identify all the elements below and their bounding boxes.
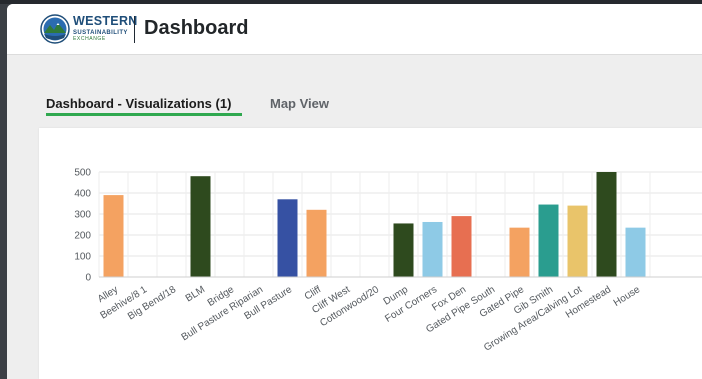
- brand-line-1: WESTERN: [73, 14, 138, 28]
- bar: [103, 195, 124, 277]
- bar-chart: 0100200300400500AlleyBeehive/8 1Big Bend…: [74, 168, 702, 354]
- x-tick-label: House: [612, 284, 643, 309]
- bar: [306, 209, 327, 277]
- y-tick-label: 500: [74, 168, 91, 179]
- globe-mountain-logo-icon[interactable]: [40, 14, 70, 44]
- brand-line-3: EXCHANGE: [73, 35, 106, 42]
- y-tick-label: 100: [74, 252, 91, 263]
- tab-map-view[interactable]: Map View: [270, 96, 329, 111]
- y-tick-label: 0: [85, 273, 91, 284]
- header-divider: [134, 16, 135, 43]
- bar: [538, 204, 559, 277]
- bar: [393, 223, 414, 277]
- tab-dashboard-visualizations[interactable]: Dashboard - Visualizations (1): [46, 96, 231, 111]
- brand-wordmark[interactable]: WESTERN SUSTAINABILITY EXCHANGE: [73, 15, 138, 42]
- y-tick-label: 400: [74, 189, 91, 200]
- bar: [509, 227, 530, 277]
- bar: [422, 221, 443, 277]
- bar: [567, 205, 588, 277]
- tab-bar: Dashboard - Visualizations (1) Map View: [7, 92, 702, 118]
- visualization-card: 0 100 200 300 400 500 Alley Beehive/8 1 Big Bend…: [39, 128, 702, 379]
- bar: [625, 227, 646, 277]
- bar: [596, 172, 617, 277]
- bar: [277, 199, 298, 277]
- x-tick-label: BLM: [184, 284, 207, 304]
- brand-line-2: SUSTAINABILITY: [73, 29, 128, 36]
- bar: [190, 176, 211, 277]
- bar: [451, 216, 472, 277]
- top-header: WESTERN SUSTAINABILITY EXCHANGE Dashboar…: [7, 4, 702, 55]
- page-title: Dashboard: [144, 17, 249, 39]
- active-tab-underline: [46, 113, 242, 116]
- y-tick-label: 200: [74, 231, 91, 242]
- app-window: WESTERN SUSTAINABILITY EXCHANGE Dashboar…: [7, 4, 702, 379]
- y-tick-label: 300: [74, 210, 91, 221]
